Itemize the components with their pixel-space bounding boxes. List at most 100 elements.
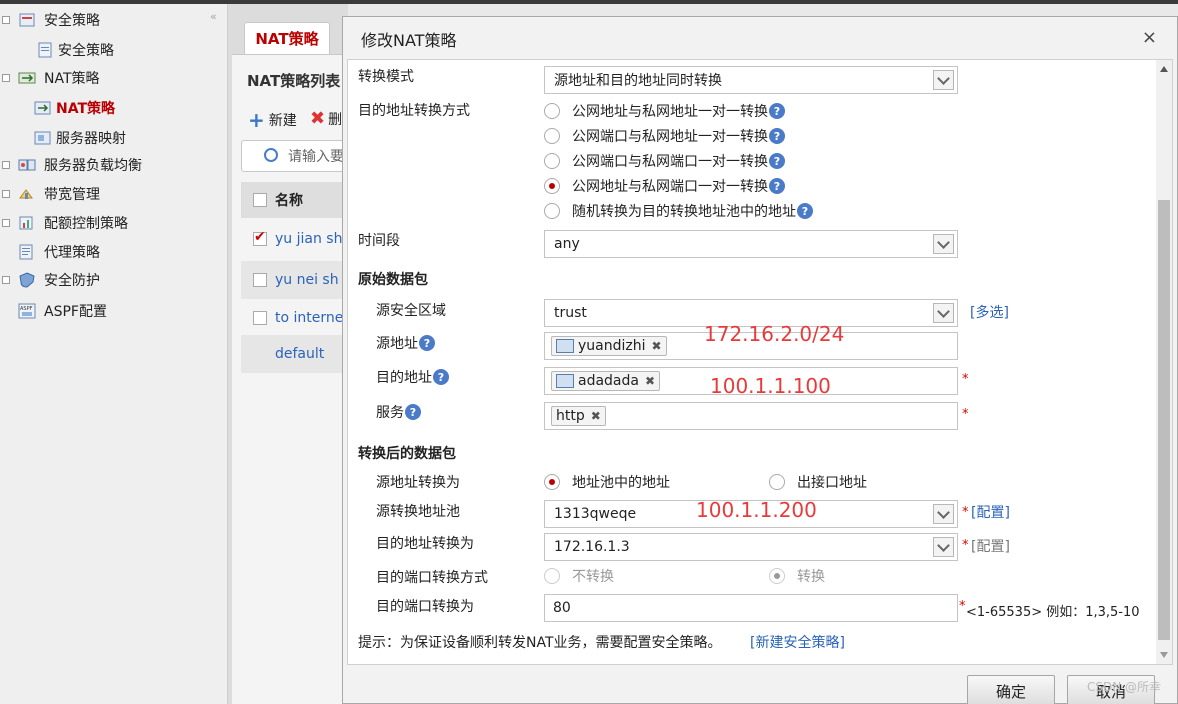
- chevron-down-icon[interactable]: [933, 537, 954, 557]
- expander-icon[interactable]: [2, 74, 10, 82]
- config-dst-link[interactable]: [配置]: [971, 536, 1010, 556]
- chevron-down-icon[interactable]: [933, 504, 954, 524]
- radio-button-selected[interactable]: [769, 568, 785, 584]
- row-checkbox[interactable]: [253, 273, 267, 287]
- port-translate-option[interactable]: 转换: [769, 566, 825, 586]
- radio-button[interactable]: [544, 568, 560, 584]
- src-translate-iface-option[interactable]: 出接口地址: [769, 472, 867, 492]
- radio-button[interactable]: [544, 128, 560, 144]
- remove-tag-icon[interactable]: ✖: [591, 409, 601, 423]
- required-mark: *: [962, 505, 969, 520]
- sidebar-item-proxy-policy[interactable]: 代理策略: [18, 240, 100, 264]
- dst-method-option-1[interactable]: 公网地址与私网地址一对一转换 ?: [544, 101, 785, 121]
- dst-method-option-3[interactable]: 公网端口与私网端口一对一转换 ?: [544, 151, 785, 171]
- help-icon[interactable]: ?: [769, 178, 785, 194]
- remove-tag-icon[interactable]: ✖: [645, 374, 655, 388]
- sidebar-item-nat-policy[interactable]: NAT策略: [34, 96, 115, 120]
- dst-port-method-label: 目的端口转换方式: [376, 570, 488, 586]
- annotation-dst-address: 100.1.1.100: [710, 374, 831, 398]
- src-pool-label: 源转换地址池: [376, 504, 460, 520]
- scroll-thumb[interactable]: [1158, 200, 1170, 640]
- radio-button[interactable]: [544, 203, 560, 219]
- sidebar-item-security-defense[interactable]: 安全防护: [2, 268, 100, 292]
- table-row[interactable]: yu jian sh: [241, 220, 351, 258]
- close-icon[interactable]: ×: [1142, 27, 1157, 48]
- port-range-hint: <1-65535> 例如：1,3,5-10: [966, 605, 1140, 620]
- help-icon[interactable]: ?: [769, 103, 785, 119]
- mode-select[interactable]: 源地址和目的地址同时转换: [544, 66, 958, 94]
- new-security-policy-link[interactable]: [新建安全策略]: [750, 632, 845, 652]
- required-mark: *: [962, 407, 969, 422]
- chevron-down-icon[interactable]: [933, 303, 954, 323]
- config-pool-link[interactable]: [配置]: [971, 502, 1010, 522]
- chevron-down-icon[interactable]: [933, 234, 954, 254]
- radio-button-selected[interactable]: [544, 178, 560, 194]
- help-icon[interactable]: ?: [769, 153, 785, 169]
- nat-policy-icon: [34, 99, 52, 117]
- time-select[interactable]: any: [544, 230, 958, 258]
- radio-button[interactable]: [544, 103, 560, 119]
- expander-icon[interactable]: [2, 16, 10, 24]
- multi-select-link[interactable]: [多选]: [970, 302, 1009, 322]
- sidebar-item-server-mapping[interactable]: 服务器映射: [34, 126, 126, 150]
- expander-icon[interactable]: [2, 219, 10, 227]
- dst-method-option-5[interactable]: 随机转换为目的转换地址池中的地址 ?: [544, 201, 813, 221]
- expander-icon[interactable]: [2, 276, 10, 284]
- sidebar-item-bandwidth[interactable]: 带宽管理: [2, 182, 100, 206]
- expander-icon[interactable]: [2, 161, 10, 169]
- radio-button-selected[interactable]: [544, 474, 560, 490]
- remove-tag-icon[interactable]: ✖: [652, 339, 662, 353]
- port-no-translate-option[interactable]: 不转换: [544, 566, 614, 586]
- scroll-down-icon[interactable]: [1160, 652, 1168, 658]
- search-icon: [264, 148, 278, 162]
- sidebar-item-quota-control[interactable]: 配额控制策略: [2, 211, 128, 235]
- radio-button[interactable]: [769, 474, 785, 490]
- table-row[interactable]: yu nei sh: [241, 261, 351, 299]
- radio-button[interactable]: [544, 153, 560, 169]
- sidebar-item-security-policy-group[interactable]: 安全策略: [2, 8, 100, 32]
- table-row[interactable]: default: [241, 335, 351, 373]
- row-checkbox[interactable]: [253, 311, 267, 325]
- ok-button[interactable]: 确定: [967, 675, 1055, 704]
- policy-doc-icon: [36, 41, 54, 59]
- required-mark: *: [959, 599, 966, 614]
- computer-icon: [556, 339, 574, 353]
- dst-translate-label: 目的地址转换为: [376, 536, 474, 552]
- help-icon[interactable]: ?: [797, 203, 813, 219]
- help-icon[interactable]: ?: [433, 369, 449, 385]
- sidebar-item-server-load-balance[interactable]: 服务器负载均衡: [2, 153, 142, 177]
- select-all-checkbox[interactable]: [253, 193, 267, 207]
- sidebar-item-security-policy[interactable]: 安全策略: [36, 38, 114, 62]
- computer-icon: [556, 374, 574, 388]
- collapse-sidebar-icon[interactable]: «: [210, 10, 217, 23]
- expander-icon[interactable]: [2, 190, 10, 198]
- watermark: CSDN @所幸: [1086, 680, 1161, 694]
- delete-button[interactable]: ✖ 删: [310, 108, 342, 129]
- server-map-icon: [34, 129, 52, 147]
- nat-icon: [18, 69, 36, 87]
- sidebar-item-aspf[interactable]: ASPF ASPF配置: [18, 299, 107, 323]
- dst-method-option-2[interactable]: 公网端口与私网地址一对一转换 ?: [544, 126, 785, 146]
- chevron-down-icon[interactable]: [933, 70, 954, 90]
- help-icon[interactable]: ?: [419, 335, 435, 351]
- dst-method-option-4[interactable]: 公网地址与私网端口一对一转换 ?: [544, 176, 785, 196]
- mode-label: 转换模式: [358, 69, 414, 85]
- dst-translate-select[interactable]: 172.16.1.3: [544, 533, 958, 561]
- new-button[interactable]: + 新建: [248, 108, 297, 132]
- annotation-src-subnet: 172.16.2.0/24: [704, 322, 845, 346]
- help-icon[interactable]: ?: [769, 128, 785, 144]
- proxy-icon: [18, 243, 36, 261]
- search-input[interactable]: 请输入要: [241, 140, 351, 172]
- src-translate-pool-option[interactable]: 地址池中的地址: [544, 472, 670, 492]
- scroll-up-icon[interactable]: [1160, 66, 1168, 72]
- sidebar-item-nat-group[interactable]: NAT策略: [2, 66, 100, 90]
- table-row[interactable]: to internet: [241, 299, 351, 337]
- dst-port-input[interactable]: 80: [544, 594, 958, 622]
- vertical-scrollbar[interactable]: [1156, 60, 1172, 664]
- tab-nat-policy[interactable]: NAT策略: [244, 22, 330, 54]
- defense-icon: [18, 271, 36, 289]
- help-icon[interactable]: ?: [405, 404, 421, 420]
- edit-nat-policy-dialog: 修改NAT策略 × 转换模式 源地址和目的地址同时转换 目的地址转换方式 公网地…: [342, 16, 1178, 704]
- row-checkbox[interactable]: [253, 229, 267, 246]
- service-field[interactable]: http ✖: [544, 402, 958, 430]
